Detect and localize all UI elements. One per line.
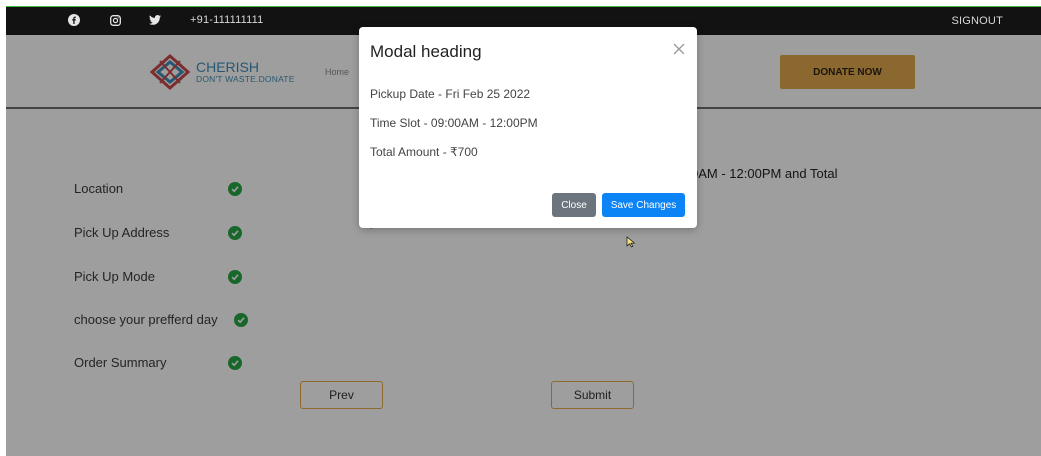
instagram-icon[interactable] [110, 12, 121, 28]
order-modal: Modal heading Pickup Date - Fri Feb 25 2… [359, 27, 697, 228]
modal-title: Modal heading [370, 42, 482, 61]
close-icon[interactable] [671, 41, 687, 57]
facebook-icon[interactable] [68, 12, 80, 28]
pickup-date: Pickup Date - Fri Feb 25 2022 [370, 87, 531, 101]
modal-close-button[interactable]: Close [552, 193, 596, 217]
save-changes-button[interactable]: Save Changes [602, 193, 685, 217]
time-slot: Time Slot - 09:00AM - 12:00PM [370, 116, 538, 130]
twitter-icon[interactable] [149, 12, 161, 28]
phone-number: +91-111111111 [190, 14, 264, 26]
total-amount: Total Amount - ₹700 [370, 145, 478, 159]
mouse-cursor-icon [626, 235, 636, 253]
signout-link[interactable]: SIGNOUT [951, 15, 1003, 27]
top-accent-line [6, 6, 1041, 7]
